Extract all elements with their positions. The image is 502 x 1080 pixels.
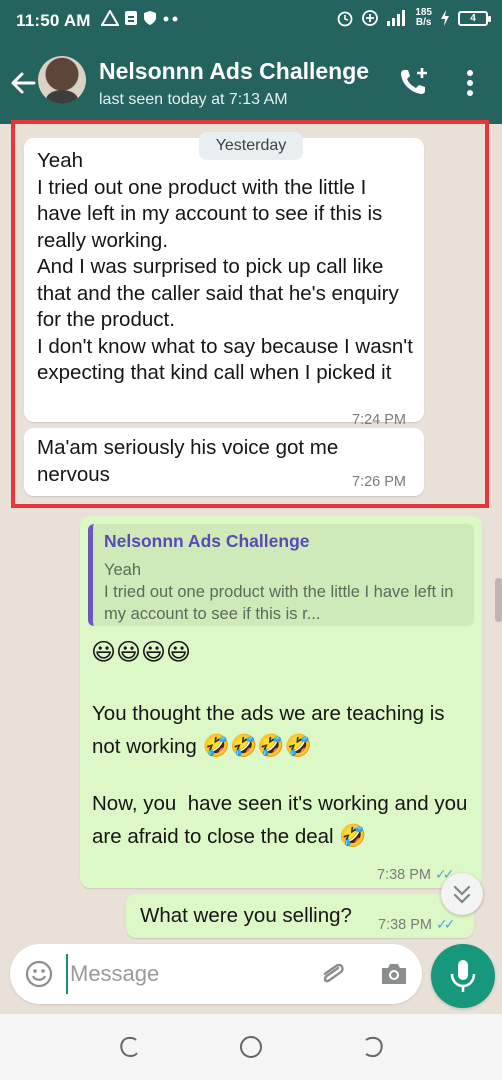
double-chevron-down-icon — [453, 885, 471, 904]
input-bar — [0, 944, 502, 1014]
back-icon[interactable] — [360, 1034, 386, 1060]
emoji-icon[interactable] — [24, 959, 54, 989]
message-text: What were you selling? — [140, 904, 352, 927]
chat-title[interactable]: Nelsonnn Ads Challenge — [99, 58, 369, 85]
more-options-icon[interactable] — [460, 66, 480, 100]
highlight-annotation — [11, 120, 489, 508]
scrollbar-thumb[interactable] — [495, 578, 502, 622]
back-arrow-icon[interactable] — [8, 68, 38, 98]
sim-icon — [125, 11, 137, 25]
shield-icon — [144, 11, 156, 25]
message-time-text: 7:38 PM — [378, 917, 432, 933]
signal-icon — [387, 10, 406, 26]
laughing-emoji: 🤣🤣🤣🤣 — [202, 733, 313, 758]
more-dots-icon — [163, 16, 178, 22]
status-right-icons: 185 B/s 4 — [336, 8, 491, 28]
status-time: 11:50 AM — [16, 11, 91, 30]
quote-author: Nelsonnn Ads Challenge — [104, 531, 310, 551]
message-composer[interactable] — [10, 944, 422, 1004]
top-bar: 11:50 AM 185 B/s 4 Nelsonnn Ads Challeng… — [0, 0, 502, 124]
net-speed-unit: B/s — [415, 17, 432, 28]
date-chip: Yesterday — [199, 132, 303, 160]
message-time: 7:38 PM ✓✓ — [377, 866, 455, 883]
net-speed: 185 B/s — [415, 8, 432, 28]
voice-message-button[interactable] — [431, 944, 495, 1008]
alarm-icon — [337, 11, 353, 27]
data-saver-icon — [362, 10, 379, 26]
avatar[interactable] — [38, 56, 86, 104]
status-left-icons — [101, 10, 180, 26]
add-call-icon[interactable] — [396, 64, 432, 100]
warning-icon — [101, 10, 119, 26]
message-time: 7:38 PM ✓✓ — [378, 916, 456, 933]
chat-header: Nelsonnn Ads Challenge last seen today a… — [0, 48, 502, 120]
last-seen-status: last seen today at 7:13 AM — [99, 91, 288, 108]
system-nav-bar — [0, 1014, 502, 1080]
microphone-icon — [450, 960, 476, 992]
paragraph-text: Now, you have seen it's working and you … — [92, 792, 474, 848]
charging-icon — [441, 10, 449, 26]
home-icon[interactable] — [238, 1034, 264, 1060]
read-ticks-icon: ✓✓ — [436, 916, 456, 932]
outgoing-message[interactable]: What were you selling? 7:38 PM ✓✓ — [126, 894, 474, 938]
message-paragraph: You thought the ads we are teaching is n… — [92, 698, 472, 763]
message-paragraph: Now, you have seen it's working and you … — [92, 788, 472, 853]
quoted-message[interactable]: Nelsonnn Ads Challenge Yeah I tried out … — [88, 524, 474, 626]
status-bar: 11:50 AM 185 B/s 4 — [0, 0, 502, 44]
outgoing-message[interactable]: Nelsonnn Ads Challenge Yeah I tried out … — [80, 516, 482, 888]
scroll-to-bottom-button[interactable] — [441, 873, 483, 915]
recent-apps-icon[interactable] — [116, 1034, 142, 1060]
paperclip-icon[interactable] — [316, 958, 348, 990]
quote-text: Yeah I tried out one product with the li… — [104, 561, 454, 623]
emoji-line: 😃😃😃😃 — [91, 639, 192, 666]
message-input[interactable] — [66, 954, 306, 994]
message-time-text: 7:38 PM — [377, 867, 431, 883]
battery-icon: 4 — [458, 10, 491, 26]
camera-icon[interactable] — [378, 958, 410, 990]
laughing-emoji: 🤣 — [339, 823, 367, 848]
battery-level: 4 — [470, 12, 476, 24]
